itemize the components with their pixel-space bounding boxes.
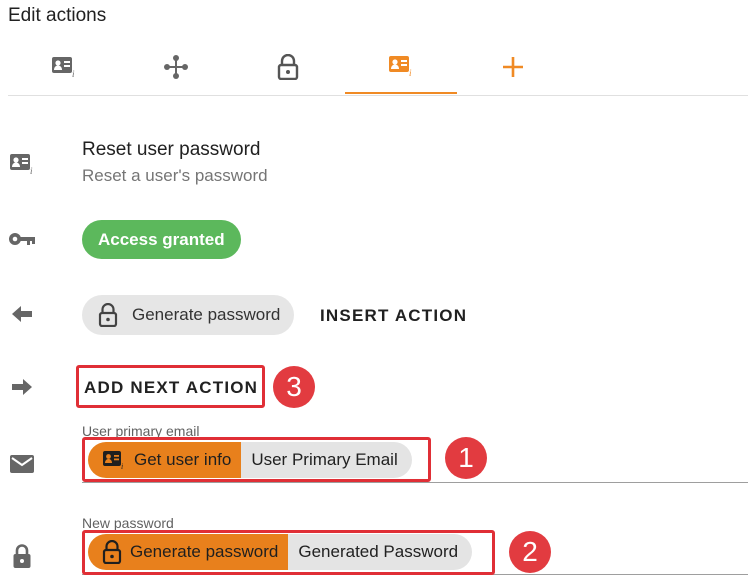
user-info-icon: i xyxy=(102,450,126,470)
previous-action-chip[interactable]: Generate password xyxy=(82,295,295,335)
lock-icon xyxy=(277,54,299,80)
tab-user-info[interactable]: i xyxy=(8,40,120,94)
svg-text:i: i xyxy=(72,69,75,78)
annotation-badge-3: 3 xyxy=(273,366,315,408)
password-field-label: New password xyxy=(82,515,174,531)
insert-action-button[interactable]: INSERT ACTION xyxy=(320,306,467,326)
tab-add[interactable] xyxy=(457,40,569,94)
email-field-underline xyxy=(82,482,748,483)
password-value-token[interactable]: Generate password Generated Password xyxy=(88,534,473,570)
plus-icon xyxy=(501,55,525,79)
user-info-icon: i xyxy=(8,150,36,178)
tab-lock[interactable] xyxy=(232,40,344,94)
lock-icon xyxy=(102,540,122,564)
annotation-badge-1: 1 xyxy=(445,437,487,479)
flow-branch-icon xyxy=(163,54,189,80)
svg-text:i: i xyxy=(409,68,412,77)
token-source-label: Get user info xyxy=(134,450,232,469)
email-value-token[interactable]: i Get user info User Primary Email xyxy=(88,442,412,478)
svg-text:i: i xyxy=(121,462,123,470)
arrow-right-icon xyxy=(8,373,36,401)
lock-icon xyxy=(8,542,36,570)
key-icon xyxy=(8,225,36,253)
svg-text:i: i xyxy=(30,166,33,175)
access-status-chip: Access granted xyxy=(82,220,241,259)
user-info-icon: i xyxy=(388,55,414,77)
email-icon xyxy=(8,450,36,478)
previous-action-label: Generate password xyxy=(132,305,281,324)
tab-flow[interactable] xyxy=(120,40,232,94)
page-title: Edit actions xyxy=(8,5,107,26)
lock-icon xyxy=(98,303,118,327)
token-source: i Get user info xyxy=(88,442,242,478)
token-source: Generate password xyxy=(88,534,289,570)
token-value-label: Generated Password xyxy=(288,534,473,570)
action-title: Reset user password xyxy=(82,139,261,160)
add-next-action-button[interactable]: ADD NEXT ACTION xyxy=(84,378,258,398)
annotation-badge-2: 2 xyxy=(509,531,551,573)
arrow-left-icon xyxy=(8,300,36,328)
action-tab-bar: i i xyxy=(8,40,748,96)
user-info-icon: i xyxy=(51,56,77,78)
token-value-label: User Primary Email xyxy=(241,442,412,478)
action-description: Reset a user's password xyxy=(82,166,268,185)
token-source-label: Generate password xyxy=(130,542,279,561)
tab-user-info-active[interactable]: i xyxy=(345,40,457,94)
